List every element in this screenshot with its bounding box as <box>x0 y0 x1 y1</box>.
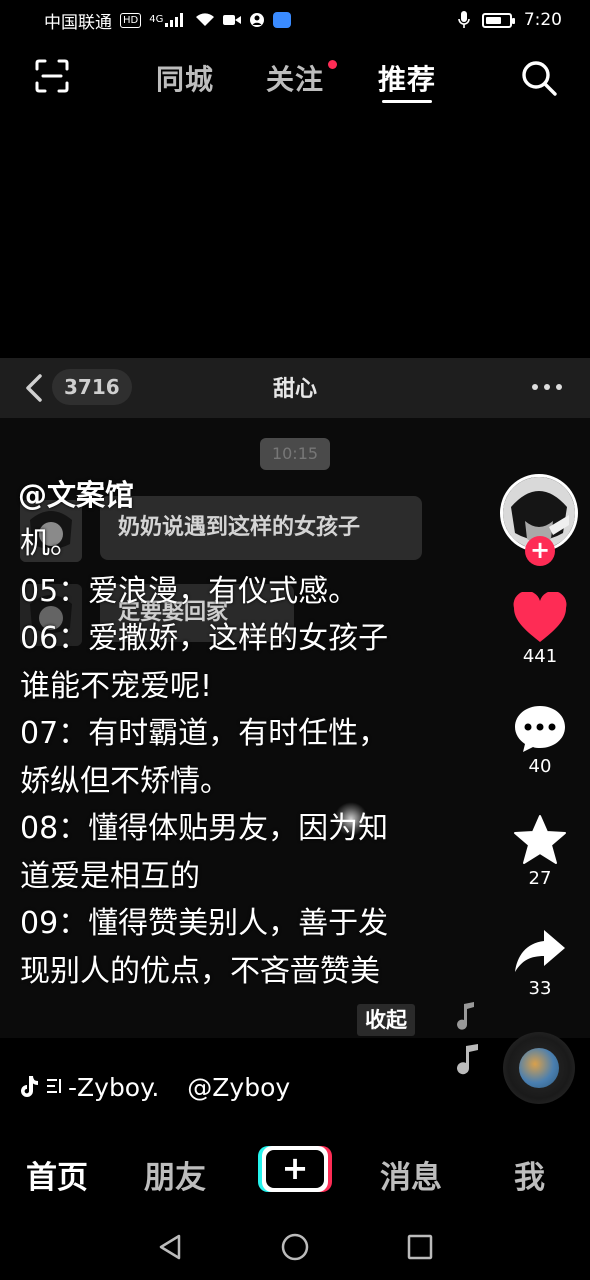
share-count: 33 <box>528 978 552 999</box>
comment-count: 40 <box>528 756 552 777</box>
status-left: 中国联通 HD 4G <box>44 8 292 33</box>
clock: 7:20 <box>523 10 562 30</box>
description-line: 谁能不宠爱呢! <box>20 668 213 704</box>
chat-title: 甜心 <box>272 377 317 402</box>
description-line: 09：懂得赞美别人，善于发 <box>20 906 389 941</box>
cloud-app-icon <box>273 12 292 28</box>
video-description[interactable]: 机。 05：爱浪漫，有仪式感。 06：爱撒娇，这样的女孩子 谁能不宠爱呢! 07：有时霸… <box>20 520 440 998</box>
notification-dot <box>328 60 337 69</box>
tab-nearby[interactable]: 同城 <box>156 58 214 98</box>
like-button[interactable]: 441 <box>510 592 570 667</box>
more-options-icon <box>532 384 562 392</box>
description-line: 07：有时霸道，有时任性， <box>20 716 389 751</box>
floating-music-note-icon <box>457 1044 478 1075</box>
comment-button[interactable]: 40 <box>510 704 570 777</box>
status-right: 7:20 <box>458 10 562 30</box>
bottom-tab-bar: 首页 朋友 + 消息 我 <box>0 1140 590 1204</box>
recents-icon[interactable] <box>405 1232 435 1262</box>
touch-indicator <box>334 802 368 836</box>
system-nav-bar <box>0 1220 590 1280</box>
home-icon[interactable] <box>280 1232 310 1262</box>
star-icon <box>514 815 566 864</box>
music-cover <box>519 1048 559 1088</box>
microphone-icon <box>458 11 470 28</box>
music-list-icon <box>47 1079 61 1093</box>
share-arrow-icon <box>515 930 565 972</box>
tab-me[interactable]: 我 <box>514 1152 545 1197</box>
tiktok-note-icon <box>21 1076 38 1097</box>
description-line: 08：懂得体贴男友，因为知 <box>20 811 389 846</box>
battery-icon <box>481 12 515 28</box>
comment-icon <box>515 706 565 752</box>
carrier-name: 中国联通 <box>44 12 112 33</box>
description-line: 06：爱撒娇，这样的女孩子 <box>20 621 389 656</box>
music-author: @Zyboy <box>187 1072 291 1102</box>
favorite-button[interactable]: 27 <box>510 814 570 889</box>
description-line: 道爱是相互的 <box>20 858 200 894</box>
description-line: 机。 <box>20 526 80 561</box>
like-count: 441 <box>522 646 558 667</box>
follow-button[interactable]: + <box>525 536 555 566</box>
chat-header: 3716 甜心 <box>0 358 590 418</box>
battery-fill <box>485 16 502 24</box>
search-icon[interactable] <box>520 59 558 97</box>
tab-friends[interactable]: 朋友 <box>144 1152 206 1197</box>
scan-icon[interactable] <box>34 58 70 94</box>
collapse-button[interactable]: 收起 <box>357 1004 415 1036</box>
video-camera-icon <box>223 15 242 25</box>
create-button[interactable]: + <box>262 1146 328 1192</box>
description-line: 娇纵但不矫情。 <box>20 763 230 799</box>
tab-messages[interactable]: 消息 <box>380 1152 442 1197</box>
music-disc[interactable] <box>503 1032 575 1104</box>
heart-icon <box>513 592 567 642</box>
description-line: 05：爱浪漫，有仪式感。 <box>20 573 359 609</box>
share-button[interactable]: 33 <box>510 926 570 999</box>
status-bar: 中国联通 HD 4G 7:20 <box>0 0 590 40</box>
shield-person-icon <box>250 13 265 27</box>
tab-home[interactable]: 首页 <box>26 1152 88 1197</box>
network-type: 4G <box>149 13 164 25</box>
author-name[interactable]: @文案馆 <box>18 472 134 514</box>
signal-icon <box>165 13 187 27</box>
tab-recommended[interactable]: 推荐 <box>378 58 436 98</box>
active-tab-indicator <box>382 100 432 103</box>
hd-badge: HD <box>120 12 142 28</box>
plus-icon: + <box>266 1150 324 1188</box>
wifi-icon <box>196 13 215 26</box>
floating-music-note-icon <box>457 1002 474 1030</box>
music-title: -Zyboy. <box>68 1072 160 1102</box>
back-icon[interactable] <box>155 1232 185 1262</box>
music-info[interactable]: -Zyboy. @Zyboy <box>18 1070 312 1104</box>
description-line: 现别人的优点，不吝啬赞美 <box>20 953 380 989</box>
top-nav: 同城 关注 推荐 <box>0 50 590 104</box>
tab-following[interactable]: 关注 <box>266 58 324 98</box>
favorite-count: 27 <box>528 868 552 889</box>
chat-time-chip: 10:15 <box>260 438 330 470</box>
